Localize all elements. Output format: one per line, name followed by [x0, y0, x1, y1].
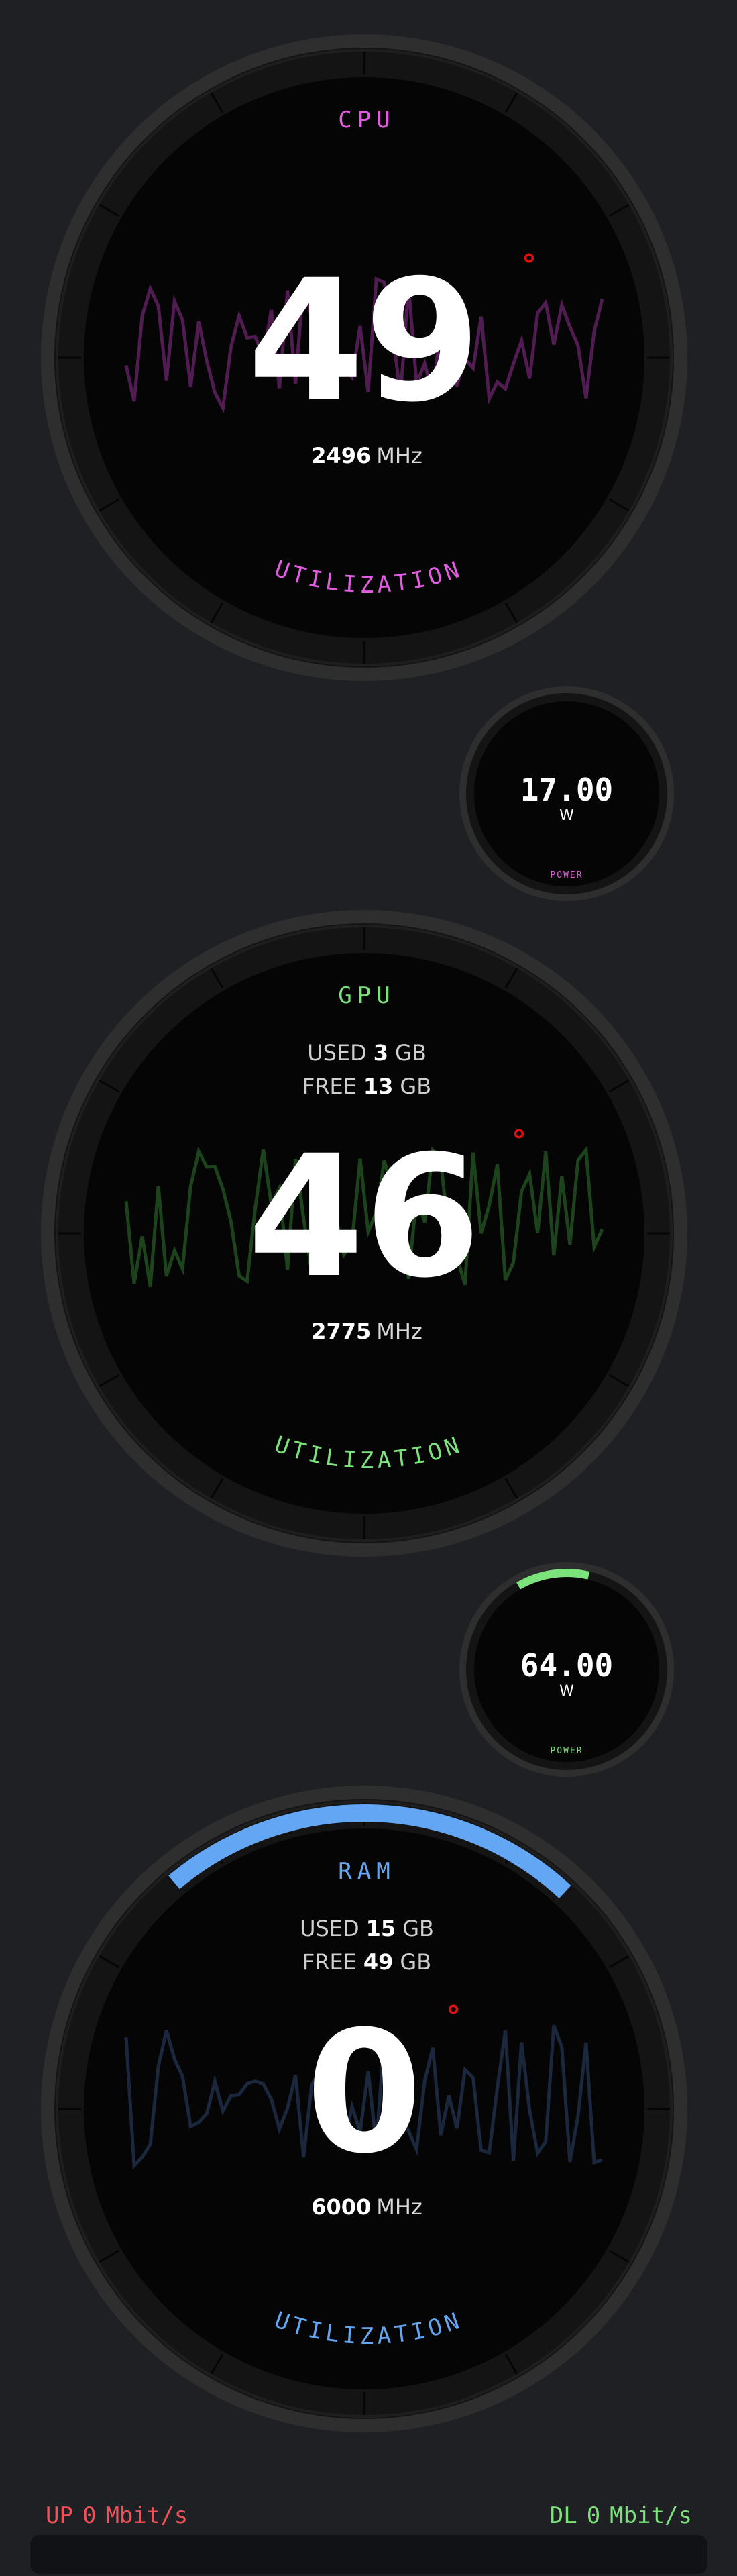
gpu-power-caption: POWER	[550, 1746, 583, 1756]
cpu-clock-unit: MHz	[376, 443, 422, 468]
cpu-power-caption: POWER	[550, 870, 583, 880]
ram-clock: 6000 MHz	[311, 2194, 422, 2220]
gpu-clock: 2775 MHz	[311, 1319, 422, 1344]
ram-free: FREE 49 GB	[302, 1949, 431, 1975]
ram-gauge: RAM USED 15 GB FREE 49 GB 0 ° 6000 MHz UTILIZ…	[41, 1786, 687, 2432]
cpu-degree-symbol: °	[522, 248, 536, 282]
ram-used: USED 15 GB	[300, 1916, 434, 1941]
cpu-power-unit: W	[559, 807, 574, 824]
cpu-clock-value: 2496	[311, 443, 371, 468]
network-bar-background	[30, 2535, 707, 2574]
gpu-title: GPU	[338, 982, 395, 1009]
gpu-value: 46	[247, 1119, 481, 1315]
ram-degree-symbol: °	[446, 2000, 461, 2034]
cpu-power-value: 17.00	[520, 772, 613, 808]
gpu-vram-free: FREE 13 GB	[302, 1074, 431, 1099]
monitor-canvas: CPU 49 ° 2496 MHz UTILIZATION 17.00 W POW…	[30, 34, 707, 2574]
gpu-power-value: 64.00	[520, 1647, 613, 1684]
gpu-power-unit: W	[559, 1683, 574, 1700]
gpu-clock-unit: MHz	[376, 1319, 422, 1344]
network-download: DL 0 Mbit/s	[550, 2502, 692, 2529]
ram-clock-unit: MHz	[376, 2194, 422, 2220]
cpu-power-gauge: 17.00 W POWER	[459, 686, 674, 901]
gpu-clock-value: 2775	[311, 1319, 371, 1344]
network-bar: UP 0 Mbit/s DL 0 Mbit/s	[30, 2502, 707, 2574]
cpu-title: CPU	[338, 107, 395, 134]
cpu-gauge: CPU 49 ° 2496 MHz UTILIZATION	[41, 34, 687, 681]
ram-clock-value: 6000	[311, 2194, 371, 2220]
cpu-value: 49	[247, 244, 481, 439]
network-upload: UP 0 Mbit/s	[46, 2502, 188, 2529]
gpu-degree-symbol: °	[512, 1124, 526, 1158]
gpu-power-gauge: 64.00 W POWER	[459, 1562, 674, 1777]
cpu-clock: 2496 MHz	[311, 443, 422, 468]
ram-title: RAM	[338, 1858, 395, 1885]
ram-value: 0	[306, 1995, 422, 2190]
gpu-gauge: GPU USED 3 GB FREE 13 GB 46 ° 2775 MHz UTILIZ…	[41, 910, 687, 1557]
